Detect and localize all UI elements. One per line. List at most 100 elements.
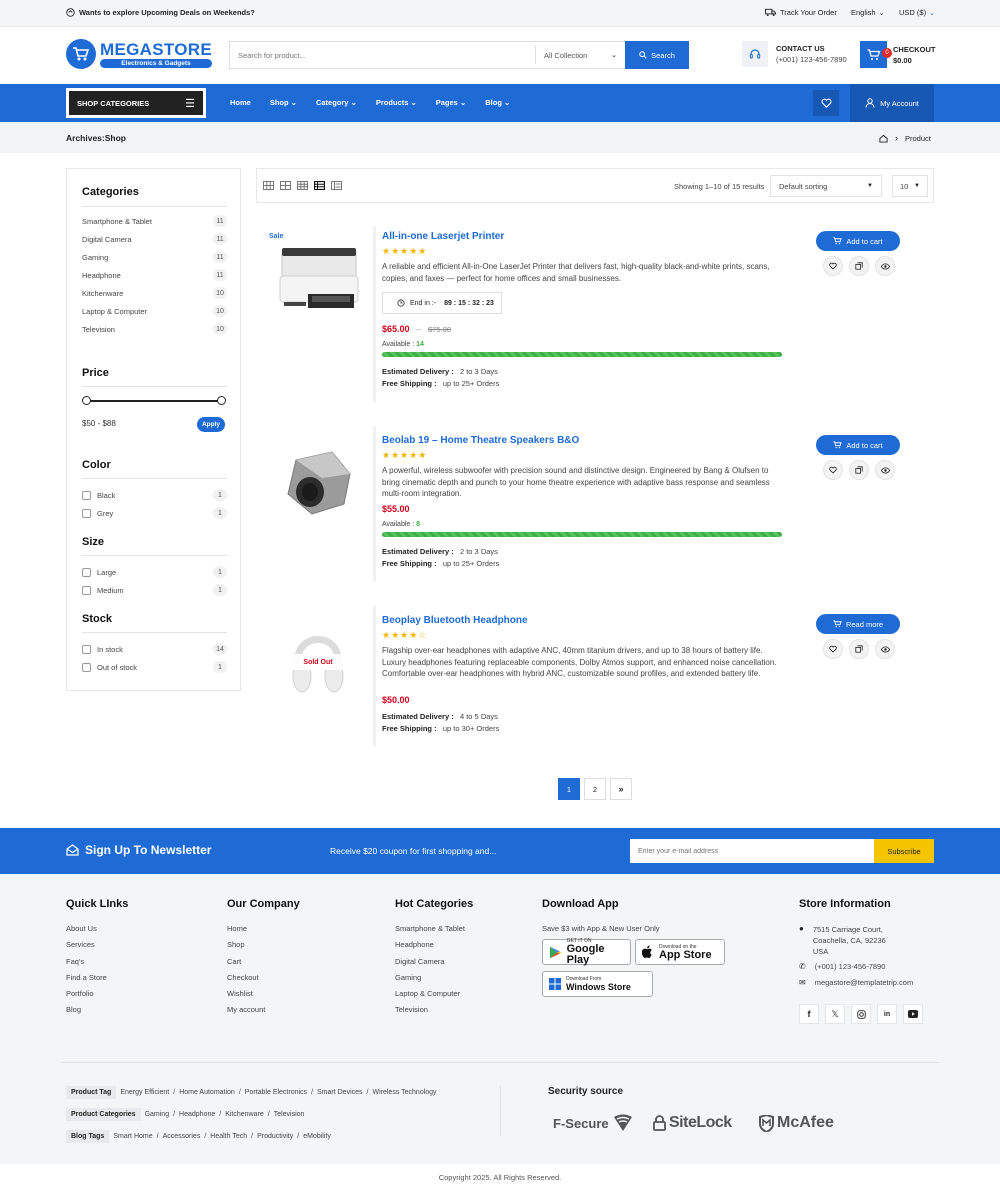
read-more-button[interactable]: Read more [816, 614, 900, 634]
footer-company-link[interactable]: Home [227, 924, 265, 940]
color-option[interactable]: Black 1 [82, 486, 227, 504]
nav-item-category[interactable]: Category ⌄ [316, 98, 357, 107]
compare-icon[interactable] [849, 639, 869, 659]
category-item[interactable]: Gaming 11 [82, 248, 227, 266]
nav-item-shop[interactable]: Shop ⌄ [270, 98, 297, 107]
tag-link[interactable]: Home Automation [179, 1089, 235, 1096]
tag-link[interactable]: Smart Devices [317, 1089, 363, 1096]
wishlist-heart-icon[interactable] [823, 256, 843, 276]
my-account-button[interactable]: My Account [850, 84, 934, 122]
tag-link[interactable]: Portable Electronics [245, 1089, 307, 1096]
category-item[interactable]: Smartphone & Tablet 11 [82, 212, 227, 230]
logo[interactable]: MEGASTORE Electronics & Gadgets [66, 39, 212, 69]
price-slider-track[interactable] [82, 396, 226, 405]
compare-icon[interactable] [849, 256, 869, 276]
wishlist-button[interactable] [813, 90, 839, 116]
shop-categories-button[interactable]: SHOP CATEGORIES ☰ [66, 88, 206, 118]
grid-2-icon[interactable] [263, 181, 274, 190]
footer-category-link[interactable]: Gaming [395, 973, 465, 989]
language-select[interactable]: English ⌄ [851, 8, 884, 17]
stock-option[interactable]: Out of stock 1 [82, 658, 227, 676]
footer-quick-link[interactable]: Services [66, 940, 107, 956]
checkbox[interactable] [82, 490, 91, 500]
wishlist-heart-icon[interactable] [823, 639, 843, 659]
search-button[interactable]: Search [625, 41, 689, 69]
facebook-icon[interactable]: f [799, 1004, 819, 1024]
stock-option[interactable]: In stock 14 [82, 640, 227, 658]
add-to-cart-button[interactable]: Add to cart [816, 231, 900, 251]
grid-3-icon[interactable] [280, 181, 291, 190]
product-title[interactable]: Beoplay Bluetooth Headphone [382, 615, 528, 626]
size-option[interactable]: Large 1 [82, 563, 227, 581]
list-view-icon[interactable] [314, 181, 325, 190]
wishlist-heart-icon[interactable] [823, 460, 843, 480]
linkedin-icon[interactable]: in [877, 1004, 897, 1024]
footer-quick-link[interactable]: Find a Store [66, 973, 107, 989]
list-detail-icon[interactable] [331, 181, 342, 190]
category-item[interactable]: Television 10 [82, 320, 227, 338]
instagram-icon[interactable] [851, 1004, 871, 1024]
footer-company-link[interactable]: My account [227, 1005, 265, 1021]
x-twitter-icon[interactable]: 𝕏 [825, 1004, 845, 1024]
apply-price-button[interactable]: Apply [197, 417, 225, 432]
currency-select[interactable]: USD ($) ⌄ [899, 8, 935, 17]
footer-quick-link[interactable]: Portfolio [66, 989, 107, 1005]
add-to-cart-button[interactable]: Add to cart [816, 435, 900, 455]
search-input[interactable] [230, 42, 535, 68]
collection-select[interactable]: All Collection ⌄ [535, 46, 625, 64]
app-store-button[interactable]: Download on the App Store [635, 939, 725, 965]
checkbox[interactable] [82, 508, 91, 518]
grid-4-icon[interactable] [297, 181, 308, 190]
nav-item-products[interactable]: Products ⌄ [376, 98, 417, 107]
footer-company-link[interactable]: Checkout [227, 973, 265, 989]
footer-category-link[interactable]: Laptop & Computer [395, 989, 465, 1005]
tag-link[interactable]: eMobility [303, 1133, 331, 1140]
tag-link[interactable]: Smart Home [113, 1133, 152, 1140]
youtube-icon[interactable] [903, 1004, 923, 1024]
google-play-button[interactable]: GET IT ON Google Play [542, 938, 631, 966]
nav-item-pages[interactable]: Pages ⌄ [436, 98, 466, 107]
footer-category-link[interactable]: Smartphone & Tablet [395, 924, 465, 940]
checkbox[interactable] [82, 585, 91, 595]
category-item[interactable]: Kitchenware 10 [82, 284, 227, 302]
contact-us[interactable]: CONTACT US (+001) 123-456-7890 [742, 41, 847, 67]
cart-button[interactable]: 0 [860, 41, 892, 68]
nav-item-blog[interactable]: Blog ⌄ [485, 98, 510, 107]
home-icon[interactable] [879, 134, 888, 143]
product-title[interactable]: Beolab 19 – Home Theatre Speakers B&O [382, 435, 579, 446]
footer-quick-link[interactable]: About Us [66, 924, 107, 940]
tag-link[interactable]: Health Tech [210, 1133, 247, 1140]
category-item[interactable]: Digital Camera 11 [82, 230, 227, 248]
price-slider-max-handle[interactable] [217, 396, 226, 405]
footer-category-link[interactable]: Digital Camera [395, 957, 465, 973]
quick-view-eye-icon[interactable] [875, 639, 895, 659]
footer-company-link[interactable]: Wishlist [227, 989, 265, 1005]
track-order-link[interactable]: Track Your Order [765, 8, 837, 17]
tag-link[interactable]: Television [274, 1111, 305, 1118]
tag-link[interactable]: Productivity [257, 1133, 293, 1140]
nav-item-home[interactable]: Home [230, 98, 251, 107]
store-phone[interactable]: ✆ (+001) 123-456-7890 [799, 962, 885, 971]
checkbox[interactable] [82, 644, 91, 654]
sort-select[interactable]: Default sorting ▼ [770, 175, 882, 197]
compare-icon[interactable] [849, 460, 869, 480]
color-option[interactable]: Grey 1 [82, 504, 227, 522]
checkbox[interactable] [82, 662, 91, 672]
tag-link[interactable]: Energy Efficient [120, 1089, 169, 1096]
tag-link[interactable]: Accessories [163, 1133, 201, 1140]
size-option[interactable]: Medium 1 [82, 581, 227, 599]
category-item[interactable]: Headphone 11 [82, 266, 227, 284]
price-slider-min-handle[interactable] [82, 396, 91, 405]
footer-category-link[interactable]: Headphone [395, 940, 465, 956]
next-page-button[interactable]: » [610, 778, 632, 800]
promo[interactable]: Wants to explore Upcoming Deals on Weeke… [66, 8, 255, 17]
page-2-button[interactable]: 2 [584, 778, 606, 800]
footer-category-link[interactable]: Television [395, 1005, 465, 1021]
windows-store-button[interactable]: Download From Windows Store [542, 971, 653, 997]
printer-image[interactable] [278, 246, 360, 312]
page-1-button[interactable]: 1 [558, 778, 580, 800]
speaker-image[interactable] [282, 448, 354, 518]
footer-quick-link[interactable]: Faq's [66, 957, 107, 973]
product-title[interactable]: All-in-one Laserjet Printer [382, 231, 504, 242]
checkbox[interactable] [82, 567, 91, 577]
